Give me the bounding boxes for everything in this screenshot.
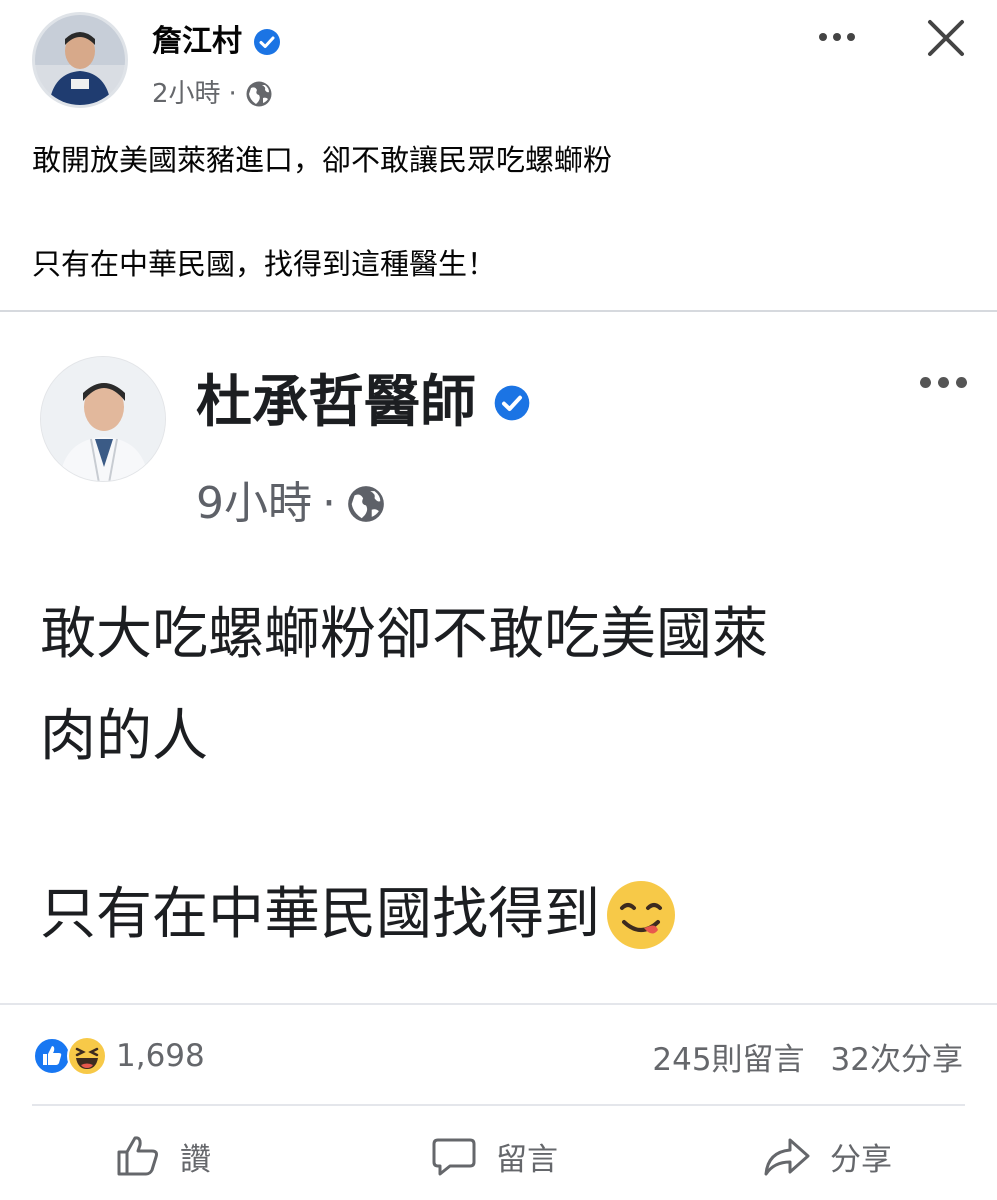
- shared-meta-separator: ·: [322, 478, 336, 529]
- more-options-button[interactable]: [812, 22, 862, 52]
- author-name[interactable]: 詹江村: [152, 22, 242, 62]
- shared-image-bottom-edge: [0, 1003, 997, 1005]
- share-arrow-icon: [764, 1138, 810, 1176]
- comment-count[interactable]: 245則留言: [652, 1034, 804, 1079]
- post-meta: 2小時 ·: [152, 76, 273, 112]
- author-name-row: 詹江村: [152, 22, 282, 62]
- more-dots-icon: [819, 33, 827, 41]
- meta-separator: ·: [228, 79, 237, 109]
- post-text-line-1: 敢開放美國萊豬進口，卻不敢讓民眾吃螺螄粉: [32, 143, 613, 177]
- shared-author-row: 杜承哲醫師: [196, 368, 532, 438]
- haha-reaction-icon: [67, 1036, 107, 1076]
- shared-globe-icon: [348, 486, 384, 522]
- reaction-count: 1,698: [116, 1038, 205, 1074]
- shared-text-line-1: 敢大吃螺螄粉卻不敢吃美國萊: [40, 602, 768, 667]
- post-text-line-2: 只有在中華民國，找得到這種醫生！: [32, 247, 497, 281]
- engagement-counts: 245則留言 32次分享: [652, 1034, 963, 1078]
- actions-divider: [32, 1104, 965, 1106]
- share-count[interactable]: 32次分享: [831, 1034, 963, 1079]
- close-icon[interactable]: [922, 14, 970, 62]
- comment-button[interactable]: 留言: [430, 1126, 558, 1186]
- like-button[interactable]: 讚: [114, 1126, 211, 1186]
- shared-verified-badge-icon: [494, 385, 530, 421]
- verified-badge-icon: [254, 29, 280, 55]
- thumbs-up-icon: [117, 1136, 158, 1176]
- comment-bubble-icon: [432, 1138, 476, 1176]
- shared-text-line-3-row: 只有在中華民國找得到: [40, 878, 678, 952]
- shared-meta: 9小時 ·: [196, 476, 386, 532]
- share-label: 分享: [830, 1141, 892, 1178]
- like-label: 讚: [180, 1141, 211, 1178]
- shared-more-dots-icon: [920, 372, 980, 392]
- post-time[interactable]: 2小時: [152, 76, 221, 112]
- shared-text-line-2: 肉的人: [40, 704, 208, 769]
- shared-author-name: 杜承哲醫師: [196, 370, 476, 435]
- reactions-summary[interactable]: 1,698: [32, 1034, 205, 1078]
- shared-time: 9小時: [196, 478, 312, 529]
- yum-emoji-icon: [607, 881, 675, 949]
- globe-icon: [246, 81, 272, 107]
- share-button[interactable]: 分享: [762, 1126, 892, 1186]
- comment-label: 留言: [496, 1141, 558, 1178]
- author-avatar[interactable]: [32, 12, 128, 108]
- shared-text-line-3: 只有在中華民國找得到: [40, 882, 600, 947]
- shared-author-avatar: [40, 356, 166, 482]
